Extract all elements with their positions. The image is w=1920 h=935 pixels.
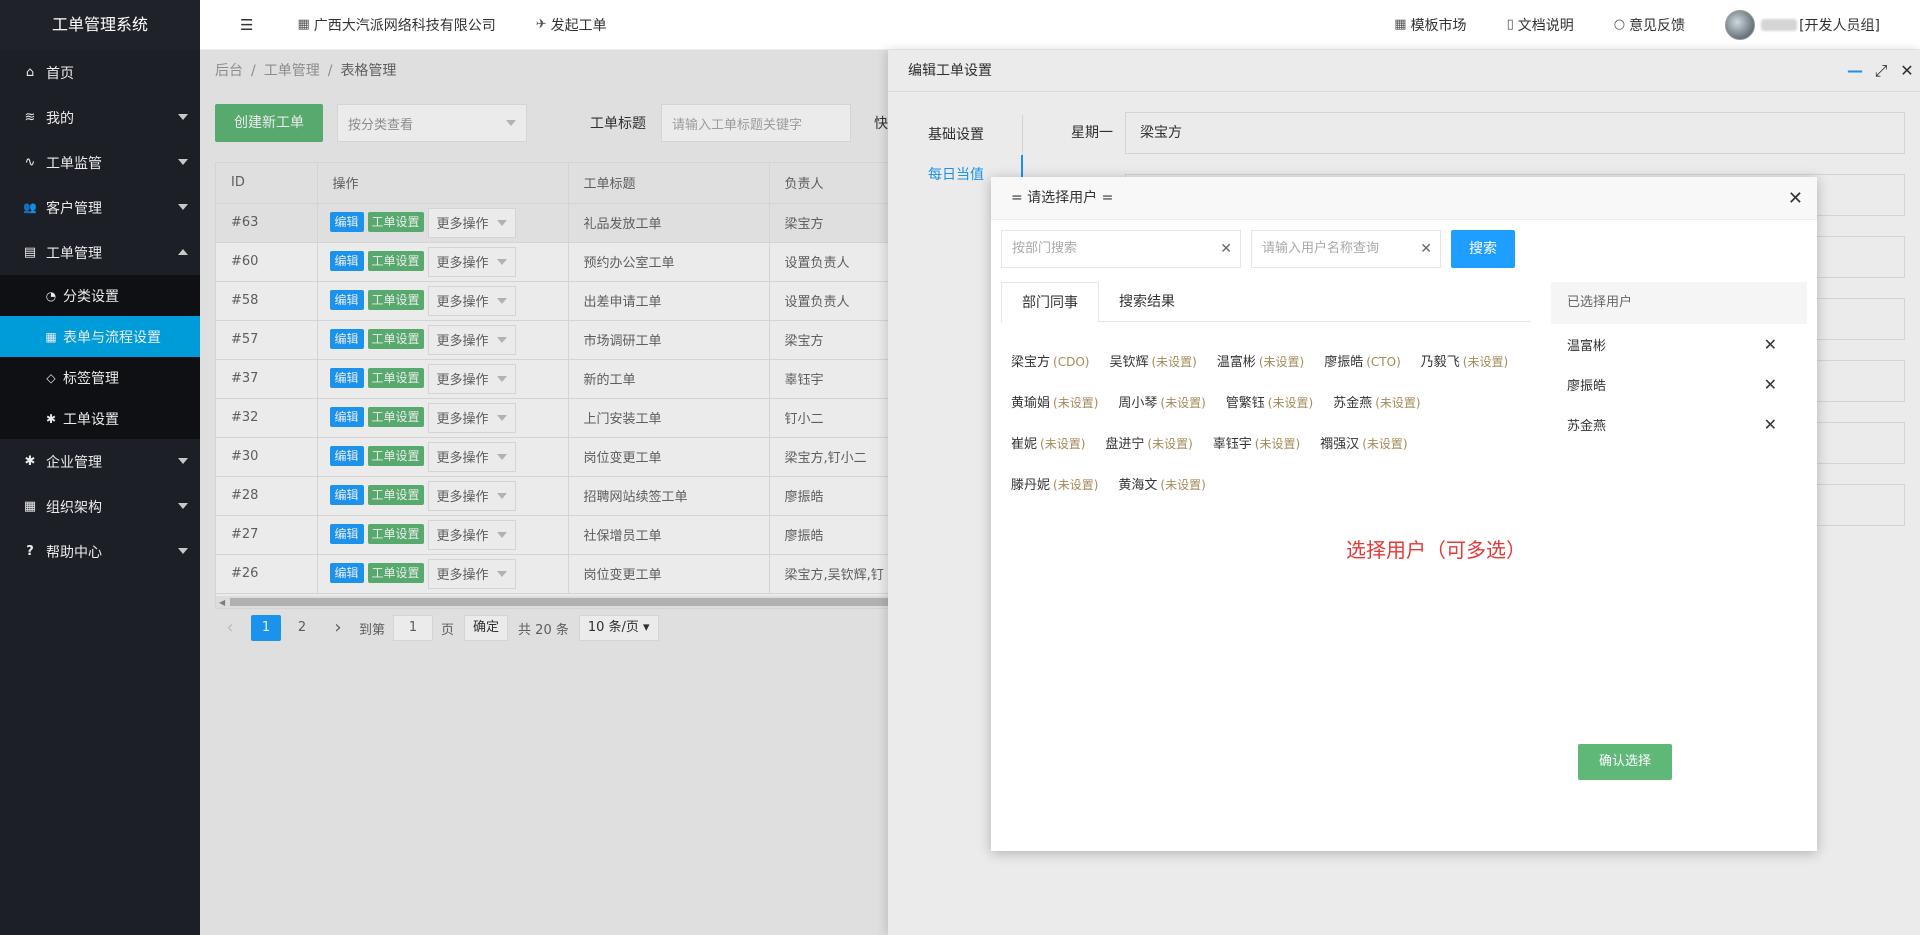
- user-role: (未设置): [1160, 396, 1206, 410]
- company-switch[interactable]: ▦ 广西大汽派网络科技有限公司: [297, 15, 495, 35]
- user-row: 梁宝方 (CDO) 吴钦辉 (未设置) 温富彬 (未设置) 廖振皓 (CTO) 乃毅飞 (未设置): [1011, 340, 1531, 381]
- feedback-link[interactable]: ○ 意见反馈: [1614, 15, 1685, 35]
- selected-user-name: 廖振皓: [1567, 378, 1607, 394]
- user-name: 黄海文: [1118, 478, 1158, 493]
- user-role: (未设置): [1375, 396, 1421, 410]
- user-option[interactable]: 滕丹妮 (未设置): [1011, 474, 1098, 493]
- user-role: (未设置): [1267, 396, 1314, 410]
- send-icon: ✈: [535, 17, 547, 32]
- selected-user-name: 温富彬: [1567, 338, 1607, 354]
- user-option[interactable]: 苏金燕 (未设置): [1333, 392, 1420, 411]
- user-option[interactable]: 禤强汉 (未设置): [1320, 433, 1407, 452]
- grid-icon: ▦: [1394, 17, 1407, 32]
- user-name: 乃毅飞: [1420, 355, 1460, 370]
- user-name: 滕丹妮: [1011, 478, 1051, 493]
- menu-toggle-icon[interactable]: ☰: [240, 16, 253, 34]
- user-option[interactable]: 黄海文 (未设置): [1118, 474, 1205, 493]
- template-label: 模板市场: [1410, 17, 1467, 34]
- template-market-link[interactable]: ▦ 模板市场: [1394, 15, 1466, 35]
- user-option[interactable]: 管繁钰 (未设置): [1226, 392, 1313, 411]
- user-name: 苏金燕: [1333, 396, 1373, 411]
- clear-icon[interactable]: ✕: [1420, 231, 1432, 267]
- selected-users-panel: 已选择用户 温富彬 ✕ 廖振皓 ✕ 苏金燕 ✕: [1551, 282, 1807, 444]
- user-row: 滕丹妮 (未设置) 黄海文 (未设置): [1011, 463, 1531, 504]
- book-icon: ▯: [1506, 17, 1514, 32]
- docs-link[interactable]: ▯ 文档说明: [1507, 15, 1574, 35]
- user-name: 管繁钰: [1225, 396, 1265, 411]
- modal-tabs: 部门同事 搜索结果: [1001, 282, 1531, 323]
- user-role: (未设置): [1362, 437, 1408, 451]
- user-role: (未设置): [1053, 396, 1099, 410]
- tab-search-results[interactable]: 搜索结果: [1099, 282, 1195, 321]
- user-role: (CDO): [1053, 355, 1090, 369]
- name-search-placeholder: 请输入用户名称查询: [1262, 241, 1380, 256]
- avatar: [1725, 9, 1756, 40]
- user-name: 禤强汉: [1320, 437, 1360, 452]
- user-menu[interactable]: [开发人员组]: [1725, 9, 1880, 40]
- user-option[interactable]: 黄瑜娟 (未设置): [1011, 392, 1098, 411]
- user-name: 辜钰宇: [1212, 437, 1252, 452]
- feedback-label: 意见反馈: [1629, 17, 1686, 34]
- user-role: (未设置): [1258, 355, 1305, 369]
- user-name: 崔妮: [1011, 437, 1038, 452]
- user-name: 廖振皓: [1324, 355, 1364, 370]
- user-name-blurred: [1761, 18, 1798, 31]
- user-role: (未设置): [1040, 437, 1086, 451]
- user-name: 温富彬: [1216, 355, 1256, 370]
- user-name: 吴钦辉: [1109, 355, 1149, 370]
- dept-search-input[interactable]: 按部门搜索 ✕: [1001, 230, 1241, 268]
- user-name: 黄瑜娟: [1011, 396, 1051, 411]
- app-title: 工单管理系统: [0, 0, 200, 50]
- circle-icon: ○: [1613, 17, 1626, 32]
- selected-user-name: 苏金燕: [1567, 418, 1607, 434]
- user-option[interactable]: 周小琴 (未设置): [1118, 392, 1205, 411]
- company-name: 广西大汽派网络科技有限公司: [313, 17, 496, 34]
- multi-select-hint: 选择用户（可多选）: [1346, 538, 1526, 562]
- close-icon[interactable]: ✕: [1788, 177, 1803, 220]
- user-option[interactable]: 廖振皓 (CTO): [1324, 351, 1401, 370]
- search-button[interactable]: 搜索: [1451, 230, 1515, 268]
- user-role: (未设置): [1147, 437, 1193, 451]
- clear-icon[interactable]: ✕: [1220, 231, 1232, 267]
- user-option[interactable]: 辜钰宇 (未设置): [1213, 433, 1300, 452]
- select-user-modal: = 请选择用户 = ✕ 按部门搜索 ✕ 请输入用户名称查询 ✕ 搜索 部门同事 …: [991, 177, 1817, 851]
- user-row: 崔妮 (未设置) 盘进宁 (未设置) 辜钰宇 (未设置) 禤强汉 (未设置): [1011, 422, 1531, 463]
- user-role: (CTO): [1366, 355, 1401, 369]
- user-role: (未设置): [1160, 478, 1206, 492]
- top-header: ☰ ▦ 广西大汽派网络科技有限公司 ✈ 发起工单 ▦ 模板市场 ▯ 文档说明 ○…: [200, 0, 1920, 50]
- user-option[interactable]: 温富彬 (未设置): [1217, 351, 1304, 370]
- modal-header: = 请选择用户 = ✕: [991, 177, 1817, 220]
- user-option[interactable]: 吴钦辉 (未设置): [1109, 351, 1196, 370]
- user-list: 梁宝方 (CDO) 吴钦辉 (未设置) 温富彬 (未设置) 廖振皓 (CTO) 乃毅飞 (未设置)…: [1011, 340, 1531, 504]
- user-name: 周小琴: [1118, 396, 1158, 411]
- modal-title: = 请选择用户 =: [1011, 190, 1114, 206]
- remove-icon[interactable]: ✕: [1764, 335, 1777, 354]
- user-option[interactable]: 崔妮 (未设置): [1011, 433, 1085, 452]
- selected-user-item: 廖振皓 ✕: [1551, 364, 1807, 404]
- remove-icon[interactable]: ✕: [1764, 375, 1777, 394]
- user-option[interactable]: 乃毅飞 (未设置): [1421, 351, 1508, 370]
- user-name: 梁宝方: [1011, 355, 1051, 370]
- selected-users-title: 已选择用户: [1551, 282, 1807, 324]
- user-name: 盘进宁: [1105, 437, 1145, 452]
- user-role: (未设置): [1053, 478, 1099, 492]
- name-search-input[interactable]: 请输入用户名称查询 ✕: [1251, 230, 1441, 268]
- user-role: (未设置): [1254, 437, 1301, 451]
- user-option[interactable]: 盘进宁 (未设置): [1105, 433, 1192, 452]
- selected-user-item: 温富彬 ✕: [1551, 324, 1807, 364]
- launch-label: 发起工单: [550, 17, 607, 34]
- user-row: 黄瑜娟 (未设置) 周小琴 (未设置) 管繁钰 (未设置) 苏金燕 (未设置): [1011, 381, 1531, 422]
- selected-user-item: 苏金燕 ✕: [1551, 404, 1807, 444]
- confirm-select-button[interactable]: 确认选择: [1578, 744, 1672, 780]
- user-group: [开发人员组]: [1799, 17, 1880, 34]
- user-option[interactable]: 梁宝方 (CDO): [1011, 351, 1089, 370]
- launch-order-link[interactable]: ✈ 发起工单: [536, 15, 607, 35]
- user-role: (未设置): [1462, 355, 1509, 369]
- docs-label: 文档说明: [1517, 17, 1574, 34]
- tab-dept-colleagues[interactable]: 部门同事: [1001, 282, 1099, 323]
- dept-search-placeholder: 按部门搜索: [1012, 241, 1078, 256]
- grid-icon: ▦: [297, 17, 310, 32]
- user-role: (未设置): [1151, 355, 1197, 369]
- remove-icon[interactable]: ✕: [1764, 415, 1777, 434]
